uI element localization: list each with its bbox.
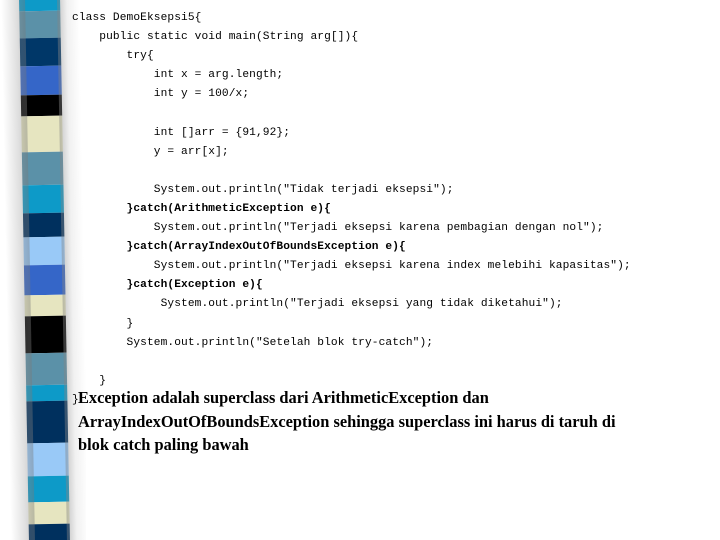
- code-line: }catch(ArithmeticException e){: [72, 202, 331, 215]
- color-band: [23, 264, 66, 296]
- color-band: [19, 37, 62, 67]
- slide-canvas: class DemoEksepsi5{ public static void m…: [0, 0, 720, 540]
- color-band: [28, 523, 71, 540]
- code-line: y = arr[x];: [72, 145, 229, 158]
- color-band: [25, 352, 68, 386]
- color-band: [21, 151, 64, 186]
- code-line: }catch(ArrayIndexOutOfBoundsException e)…: [72, 241, 406, 254]
- code-line: System.out.println("Terjadi eksepsi kare…: [72, 222, 604, 235]
- code-line: int x = arg.length;: [72, 69, 284, 82]
- color-band: [20, 65, 62, 96]
- color-band: [22, 212, 65, 238]
- note-line: ArrayIndexOutOfBoundsException sehingga …: [78, 411, 616, 431]
- code-line: int y = 100/x;: [72, 88, 250, 101]
- color-band: [18, 0, 61, 12]
- color-band: [26, 384, 68, 402]
- color-band: [27, 475, 70, 503]
- color-band: [20, 94, 63, 117]
- color-band: [21, 115, 63, 153]
- code-line: }catch(Exception e){: [72, 279, 263, 292]
- code-line: System.out.println("Terjadi eksepsi yang…: [72, 298, 563, 311]
- color-band: [24, 294, 66, 317]
- code-line: System.out.println("Terjadi eksepsi kare…: [72, 260, 631, 273]
- note-line: Exception adalah superclass dari Arithme…: [78, 388, 489, 407]
- code-listing: class DemoEksepsi5{ public static void m…: [72, 9, 712, 410]
- color-band: [19, 10, 61, 39]
- explanation-note: Exception adalah superclass dari Arithme…: [78, 386, 683, 457]
- color-band-stack: [18, 0, 71, 540]
- color-band: [27, 442, 69, 477]
- code-line: int []arr = {91,92};: [72, 126, 291, 139]
- color-band: [22, 184, 64, 214]
- color-band: [26, 400, 69, 444]
- code-line: }: [72, 317, 134, 330]
- color-band: [28, 501, 70, 525]
- code-line: try{: [72, 50, 154, 63]
- color-band: [24, 315, 67, 354]
- code-line: class DemoEksepsi5{: [72, 12, 202, 24]
- code-line: System.out.println("Tidak terjadi ekseps…: [72, 183, 454, 196]
- code-line: System.out.println("Setelah blok try-cat…: [72, 336, 434, 349]
- color-band: [23, 236, 65, 266]
- note-line: blok catch paling bawah: [78, 435, 249, 454]
- code-line: public static void main(String arg[]){: [72, 31, 359, 44]
